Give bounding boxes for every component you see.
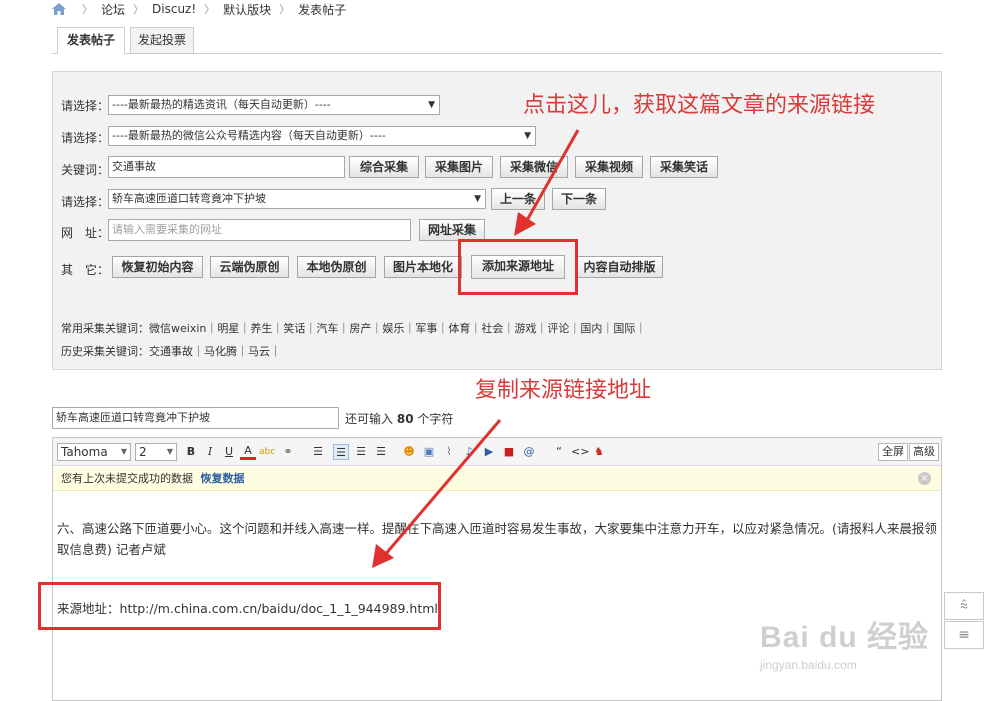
- editor-body-text[interactable]: 六、高速公路下匝道要小心。这个问题和并线入高速一样。提醒在下高速入匝道时容易发生…: [57, 518, 937, 560]
- breadcrumb-separator: 〉: [279, 3, 291, 16]
- bold-icon[interactable]: B: [183, 444, 199, 460]
- list-menu-icon[interactable]: ≡: [944, 621, 984, 649]
- char-count-prefix: 还可输入: [345, 412, 394, 426]
- breadcrumb-default-board[interactable]: 默认版块: [223, 1, 271, 18]
- breadcrumb-separator: 〉: [82, 3, 93, 16]
- collect-wechat-button[interactable]: 采集微信: [500, 156, 568, 178]
- annotation-click-here: 点击这儿，获取这篇文章的来源链接: [523, 93, 876, 118]
- url-collect-button[interactable]: 网址采集: [419, 219, 485, 241]
- breadcrumb-current: 发表帖子: [298, 2, 347, 17]
- dropdown-arrow-icon: ▼: [524, 131, 531, 141]
- back-to-top-icon[interactable]: ⩯: [944, 592, 984, 620]
- wechat-select[interactable]: ----最新最热的微信公众号精选内容（每天自动更新）---- ▼: [108, 126, 536, 146]
- align-left-icon[interactable]: ☰: [310, 444, 326, 460]
- home-icon[interactable]: [52, 3, 66, 15]
- restore-original-button[interactable]: 恢复初始内容: [112, 256, 203, 278]
- advanced-button[interactable]: 高级: [909, 443, 939, 461]
- align-right-icon[interactable]: ☰: [353, 444, 369, 460]
- highlight-box-add-source: [458, 239, 578, 295]
- select-wechat-label: 请选择：: [61, 131, 110, 145]
- font-select[interactable]: Tahoma ▼: [57, 443, 131, 461]
- article-select-value: 轿车高速匝道口转弯竟冲下护坡: [112, 192, 266, 205]
- restore-data-link[interactable]: 恢复数据: [201, 472, 245, 485]
- dropdown-arrow-icon: ▼: [474, 194, 481, 204]
- news-select[interactable]: ----最新最热的精选资讯（每天自动更新）---- ▼: [108, 95, 440, 115]
- dropdown-arrow-icon: ▼: [166, 447, 173, 456]
- select-article-label: 请选择：: [61, 195, 110, 209]
- wechat-select-value: ----最新最热的微信公众号精选内容（每天自动更新）----: [112, 129, 386, 142]
- breadcrumb: 〉 论坛 〉 Discuz! 〉 默认版块 〉 发表帖子: [52, 0, 346, 18]
- qq-icon[interactable]: ♞: [591, 444, 607, 460]
- dropdown-arrow-icon: ▼: [120, 447, 127, 456]
- select-news-label: 请选择：: [61, 99, 110, 113]
- align-center-icon[interactable]: ☰: [333, 444, 349, 460]
- collect-images-button[interactable]: 采集图片: [425, 156, 493, 178]
- font-size-select[interactable]: 2 ▼: [135, 443, 177, 461]
- image-icon[interactable]: ▣: [421, 444, 437, 460]
- highlight-box-source-url: [38, 582, 441, 630]
- url-input[interactable]: 请输入需要采集的网址: [108, 219, 411, 241]
- tab-new-poll[interactable]: 发起投票: [130, 27, 194, 54]
- next-button[interactable]: 下一条: [552, 188, 606, 210]
- justify-icon[interactable]: ☰: [373, 444, 389, 460]
- other-label: 其 它：: [61, 263, 110, 277]
- cloud-rewrite-button[interactable]: 云端伪原创: [210, 256, 289, 278]
- dropdown-arrow-icon: ▼: [428, 100, 435, 110]
- news-select-value: ----最新最热的精选资讯（每天自动更新）----: [112, 98, 331, 111]
- font-select-value: Tahoma: [61, 445, 108, 459]
- history-keywords[interactable]: 历史采集关键词：交通事故｜马化腾｜马云｜: [61, 343, 281, 359]
- breadcrumb-forum[interactable]: 论坛: [101, 1, 125, 18]
- underline-icon[interactable]: U: [221, 444, 237, 460]
- annotation-copy-url: 复制来源链接地址: [475, 378, 652, 403]
- link-icon[interactable]: ⚭: [280, 444, 296, 460]
- article-select[interactable]: 轿车高速匝道口转弯竟冲下护坡 ▼: [108, 189, 486, 209]
- tab-new-post[interactable]: 发表帖子: [57, 27, 125, 54]
- keyword-label: 关键词：: [61, 163, 110, 177]
- subject-input[interactable]: 轿车高速匝道口转弯竟冲下护坡: [52, 407, 339, 429]
- previous-button[interactable]: 上一条: [491, 188, 545, 210]
- flash-icon[interactable]: ■: [501, 444, 517, 460]
- close-icon[interactable]: ×: [918, 472, 931, 485]
- font-size-value: 2: [139, 445, 147, 459]
- breadcrumb-discuz[interactable]: Discuz!: [152, 2, 196, 16]
- watermark-brand: Bai du 经验: [760, 621, 930, 654]
- highlight-icon[interactable]: abc: [259, 444, 275, 460]
- collect-all-button[interactable]: 综合采集: [349, 156, 419, 178]
- at-icon[interactable]: @: [521, 444, 537, 460]
- baidu-jingyan-watermark: Bai du 经验 jingyan.baidu.com: [760, 612, 929, 672]
- draft-notice: 您有上次未提交成功的数据 恢复数据 ×: [53, 467, 941, 491]
- smiley-icon[interactable]: ☻: [401, 444, 417, 460]
- char-count-value: 80: [396, 412, 414, 426]
- keyword-input[interactable]: 交通事故: [108, 156, 345, 178]
- fullscreen-button[interactable]: 全屏: [878, 443, 908, 461]
- video-icon[interactable]: ▶: [481, 444, 497, 460]
- collect-jokes-button[interactable]: 采集笑话: [650, 156, 718, 178]
- draft-notice-text: 您有上次未提交成功的数据: [61, 472, 193, 485]
- localize-images-button[interactable]: 图片本地化: [384, 256, 462, 278]
- watermark-url: jingyan.baidu.com: [760, 658, 857, 672]
- auto-format-button[interactable]: 内容自动排版: [576, 256, 663, 278]
- char-count-suffix: 个字符: [417, 412, 454, 426]
- italic-icon[interactable]: I: [202, 444, 218, 460]
- char-count: 还可输入 80 个字符: [345, 410, 453, 427]
- font-color-icon[interactable]: A: [240, 444, 256, 460]
- quote-icon[interactable]: “: [551, 444, 567, 460]
- url-label: 网 址：: [61, 226, 110, 240]
- breadcrumb-separator: 〉: [204, 3, 216, 16]
- code-icon[interactable]: <>: [571, 444, 589, 460]
- post-tabs: 发表帖子 发起投票: [52, 27, 942, 54]
- attachment-icon[interactable]: ⌇: [441, 444, 457, 460]
- common-keywords[interactable]: 常用采集关键词：微信weixin｜明星｜养生｜笑话｜汽车｜房产｜娱乐｜军事｜体育…: [61, 320, 646, 336]
- collect-videos-button[interactable]: 采集视频: [575, 156, 643, 178]
- local-rewrite-button[interactable]: 本地伪原创: [297, 256, 376, 278]
- breadcrumb-separator: 〉: [133, 3, 145, 16]
- music-icon[interactable]: ♪: [461, 444, 477, 460]
- editor-toolbar: Tahoma ▼ 2 ▼ B I U A abc ⚭ ☰ ☰ ☰ ☰ ☻ ▣ ⌇ ♪…: [53, 438, 941, 466]
